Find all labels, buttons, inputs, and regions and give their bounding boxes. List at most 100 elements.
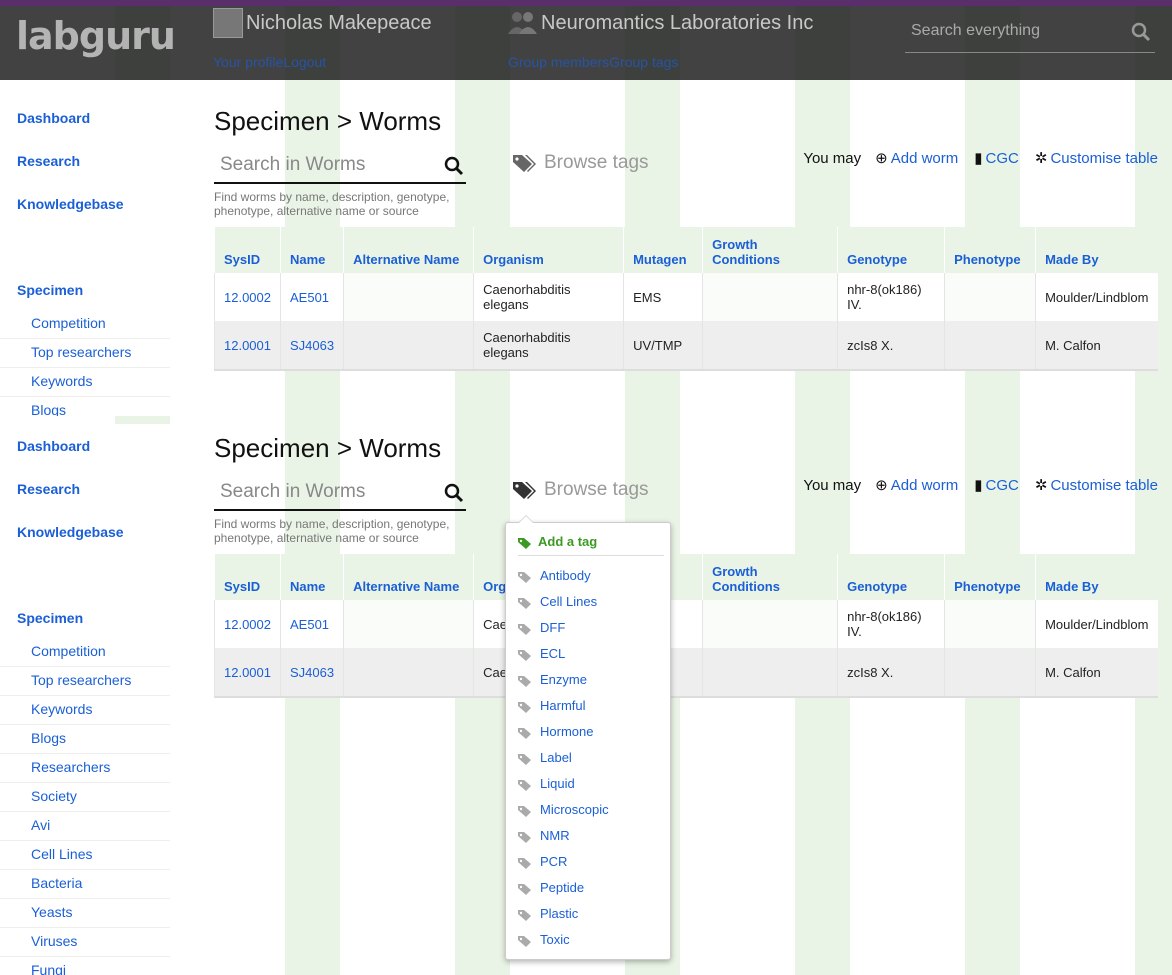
col-phenotype[interactable]: Phenotype: [944, 554, 1036, 600]
col-genotype[interactable]: Genotype: [837, 227, 945, 273]
cgc-link[interactable]: CGC: [986, 477, 1019, 494]
tag-icon: [518, 597, 531, 609]
sidebar-item-bacteria[interactable]: Bacteria: [0, 870, 170, 899]
tag-item[interactable]: NMR: [518, 827, 609, 853]
name-link[interactable]: AE501: [290, 617, 329, 632]
sidebar-item-dashboard[interactable]: Dashboard: [0, 438, 170, 481]
customise-table-link[interactable]: Customise table: [1050, 150, 1158, 167]
tag-item[interactable]: Enzyme: [518, 671, 609, 697]
sidebar-item-keywords[interactable]: Keywords: [0, 696, 170, 725]
name-link[interactable]: SJ4063: [290, 338, 334, 353]
global-search: [905, 16, 1155, 53]
col-mutagen[interactable]: Mutagen: [623, 227, 703, 273]
add-worm-link[interactable]: Add worm: [891, 477, 959, 494]
sidebar-item-knowledgebase[interactable]: Knowledgebase: [0, 524, 170, 610]
col-alt-name[interactable]: Alternative Name: [343, 227, 474, 273]
col-growth[interactable]: Growth Conditions: [702, 554, 838, 600]
logout-link[interactable]: Logout: [283, 54, 326, 70]
tag-item[interactable]: Label: [518, 749, 609, 775]
search-icon[interactable]: [444, 483, 464, 503]
group-members-link[interactable]: Group members: [508, 54, 609, 70]
col-name[interactable]: Name: [279, 554, 344, 600]
sidebar-item-competition[interactable]: Competition: [0, 310, 170, 339]
table-cell: [702, 600, 838, 648]
name-link[interactable]: SJ4063: [290, 665, 334, 680]
add-worm-link[interactable]: Add worm: [891, 150, 959, 167]
col-made-by[interactable]: Made By: [1035, 554, 1158, 600]
sidebar-item-yeasts[interactable]: Yeasts: [0, 899, 170, 928]
sidebar-bottom: Dashboard Research Knowledgebase Specime…: [0, 424, 170, 975]
sidebar-item-blogs[interactable]: Blogs: [0, 397, 170, 416]
tag-item[interactable]: Plastic: [518, 905, 609, 931]
tag-item[interactable]: ECL: [518, 645, 609, 671]
table-cell: [343, 648, 474, 697]
sidebar-item-competition[interactable]: Competition: [0, 638, 170, 667]
sidebar-item-blogs[interactable]: Blogs: [0, 725, 170, 754]
tag-item[interactable]: Antibody: [518, 567, 609, 593]
sidebar-item-researchers[interactable]: Researchers: [0, 754, 170, 783]
name-link[interactable]: AE501: [290, 290, 329, 305]
labguru-logo[interactable]: labguru: [16, 14, 176, 58]
user-name: Nicholas Makepeace: [246, 12, 432, 34]
tag-icon: [518, 935, 531, 947]
tag-item[interactable]: Liquid: [518, 775, 609, 801]
customise-table-link[interactable]: Customise table: [1050, 477, 1158, 494]
sidebar-item-fungi[interactable]: Fungi: [0, 957, 170, 975]
tag-item[interactable]: PCR: [518, 853, 609, 879]
sidebar-item-top-researchers[interactable]: Top researchers: [0, 667, 170, 696]
sidebar-item-avi[interactable]: Avi: [0, 812, 170, 841]
sidebar-item-knowledgebase[interactable]: Knowledgebase: [0, 196, 170, 282]
search-icon[interactable]: [1131, 22, 1151, 42]
col-genotype[interactable]: Genotype: [837, 554, 945, 600]
content-top: Specimen > Worms Find worms by name, des…: [214, 106, 1158, 396]
col-name[interactable]: Name: [279, 227, 344, 273]
you-may-label: You may: [803, 150, 862, 167]
col-alt-name[interactable]: Alternative Name: [343, 554, 474, 600]
col-made-by[interactable]: Made By: [1035, 227, 1158, 273]
col-phenotype[interactable]: Phenotype: [944, 227, 1036, 273]
search-icon[interactable]: [444, 156, 464, 176]
browse-tags-button[interactable]: Browse tags: [512, 479, 649, 501]
tag-item[interactable]: Hormone: [518, 723, 609, 749]
tag-icon: [518, 571, 531, 583]
col-growth[interactable]: Growth Conditions: [702, 227, 838, 273]
group-tags-link[interactable]: Group tags: [609, 54, 678, 70]
sysid-link[interactable]: 12.0001: [224, 665, 271, 680]
tag-item[interactable]: Toxic: [518, 931, 609, 957]
sidebar-section-specimen[interactable]: Specimen: [0, 610, 170, 638]
sidebar-item-research[interactable]: Research: [0, 481, 170, 524]
tag-item[interactable]: Cell Lines: [518, 593, 609, 619]
browse-tags-button[interactable]: Browse tags: [512, 152, 649, 174]
table-row: 12.0002 AE501 Caen elega nhr-8(ok186) IV…: [214, 600, 1158, 648]
col-sysid[interactable]: SysID: [214, 227, 281, 273]
cgc-link[interactable]: CGC: [986, 150, 1019, 167]
tag-item[interactable]: Harmful: [518, 697, 609, 723]
tag-label: Label: [540, 750, 572, 765]
sidebar-item-top-researchers[interactable]: Top researchers: [0, 339, 170, 368]
tag-item[interactable]: Peptide: [518, 879, 609, 905]
sysid-link[interactable]: 12.0001: [224, 338, 271, 353]
global-search-input[interactable]: [905, 16, 1132, 46]
sidebar-item-research[interactable]: Research: [0, 153, 170, 196]
col-organism[interactable]: Organism: [473, 227, 624, 273]
sidebar-item-society[interactable]: Society: [0, 783, 170, 812]
worm-search-input[interactable]: [214, 150, 446, 180]
table-cell: M. Calfon: [1035, 648, 1158, 697]
col-sysid[interactable]: SysID: [214, 554, 281, 600]
sidebar-item-viruses[interactable]: Viruses: [0, 928, 170, 957]
sidebar-section-specimen[interactable]: Specimen: [0, 282, 170, 310]
sidebar-item-cell-lines[interactable]: Cell Lines: [0, 841, 170, 870]
tag-item[interactable]: DFF: [518, 619, 609, 645]
tag-label: PCR: [540, 854, 568, 869]
your-profile-link[interactable]: Your profile: [213, 54, 283, 70]
sidebar-item-keywords[interactable]: Keywords: [0, 368, 170, 397]
tag-icon: [518, 623, 531, 635]
tag-item[interactable]: Microscopic: [518, 801, 609, 827]
worm-search-input[interactable]: [214, 477, 446, 507]
sysid-link[interactable]: 12.0002: [224, 617, 271, 632]
sysid-link[interactable]: 12.0002: [224, 290, 271, 305]
table-cell: [944, 321, 1036, 370]
add-tag-button[interactable]: Add a tag: [518, 534, 664, 556]
tag-list: Antibody Cell Lines DFF ECL Enzyme Harmf…: [518, 567, 609, 957]
sidebar-item-dashboard[interactable]: Dashboard: [0, 110, 170, 153]
